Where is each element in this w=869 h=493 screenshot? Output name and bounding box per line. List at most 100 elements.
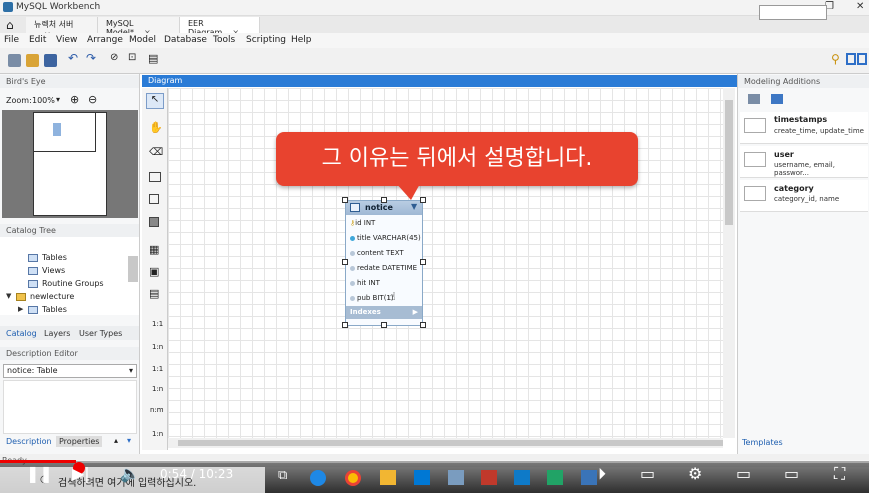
image-tool-icon[interactable] — [149, 217, 159, 227]
volume-icon[interactable]: 🔈 — [120, 464, 140, 483]
relation-1-n-tool[interactable]: 1:n — [152, 343, 163, 351]
tree-item-tables[interactable]: Tables — [28, 253, 67, 262]
align-icon[interactable]: ⊡ — [128, 52, 136, 63]
tab-layers[interactable]: Layers — [44, 329, 70, 338]
resize-handle[interactable] — [342, 322, 348, 328]
subtitles-icon[interactable]: ▭ — [640, 464, 655, 483]
file-explorer-icon[interactable] — [380, 470, 396, 485]
menu-model[interactable]: Model — [129, 35, 156, 45]
toolbar-search-input[interactable] — [759, 5, 827, 20]
column-row[interactable]: content TEXT — [350, 249, 404, 257]
chrome-icon[interactable] — [345, 470, 361, 486]
menu-help[interactable]: Help — [291, 35, 312, 45]
export-icon[interactable]: ▤ — [148, 52, 158, 65]
collapse-table-icon[interactable]: ▼ — [411, 202, 417, 211]
birds-eye-viewport[interactable] — [33, 112, 96, 152]
note-tool-icon[interactable] — [149, 194, 159, 204]
expand-arrow-icon[interactable]: ▼ — [6, 292, 11, 300]
column-row[interactable]: title VARCHAR(45) — [350, 234, 421, 242]
arrow-up-icon[interactable]: ▴ — [114, 436, 118, 445]
menu-file[interactable]: File — [4, 35, 19, 45]
tree-item-tables-2[interactable]: Tables — [28, 305, 67, 314]
tree-scrollbar[interactable] — [128, 256, 138, 282]
pointer-tool-icon[interactable]: ↖ — [146, 93, 164, 109]
menu-tools[interactable]: Tools — [213, 35, 235, 45]
autoplay-icon[interactable]: ⏵ — [598, 464, 606, 484]
open-folder-icon[interactable] — [26, 54, 39, 67]
miniplayer-icon[interactable]: ▭ — [736, 464, 751, 483]
tree-item-routine-groups[interactable]: Routine Groups — [28, 279, 104, 288]
zoom-select[interactable]: 100% — [32, 96, 55, 105]
home-icon[interactable]: ⌂ — [6, 18, 14, 32]
tab-user-types[interactable]: User Types — [79, 329, 122, 338]
tree-item-views[interactable]: Views — [28, 266, 65, 275]
zoom-out-icon[interactable]: ⊖ — [88, 93, 97, 106]
redo-icon[interactable]: ↷ — [86, 51, 96, 65]
eraser-tool-icon[interactable]: ⌫ — [149, 147, 163, 158]
indexes-section[interactable]: Indexes ▶ — [346, 306, 422, 319]
relation-1-1-tool[interactable]: 1:1 — [152, 320, 163, 328]
relation-1-1-id-tool[interactable]: 1:1 — [152, 365, 163, 373]
resize-handle[interactable] — [420, 322, 426, 328]
table-tool-icon[interactable]: ▦ — [149, 243, 159, 256]
tab-templates[interactable]: Templates — [742, 438, 783, 447]
tab-model[interactable]: MySQL Model*× — [98, 17, 180, 37]
layout-right-icon[interactable] — [857, 53, 867, 65]
tab-properties[interactable]: Properties — [56, 436, 103, 447]
tab-eer-diagram[interactable]: EER Diagram× — [180, 17, 260, 37]
resize-handle[interactable] — [342, 259, 348, 265]
zoom-in-icon[interactable]: ⊕ — [70, 93, 79, 106]
toggle-grid-icon[interactable]: ⊘ — [110, 52, 118, 63]
column-row[interactable]: hit INT — [350, 279, 380, 287]
menu-edit[interactable]: Edit — [29, 35, 46, 45]
tab-description[interactable]: Description — [6, 437, 52, 446]
column-row[interactable]: redate DATETIME — [350, 264, 417, 272]
settings-icon[interactable]: ⚙ — [688, 464, 702, 483]
new-document-icon[interactable] — [8, 54, 21, 67]
save-icon[interactable] — [44, 54, 57, 67]
theater-icon[interactable]: ▭ — [784, 464, 799, 483]
resize-handle[interactable] — [420, 259, 426, 265]
edge-icon[interactable] — [310, 470, 326, 486]
relation-n-m-tool[interactable]: n:m — [150, 406, 164, 414]
excel-icon[interactable] — [547, 470, 563, 485]
app-icon[interactable] — [481, 470, 497, 485]
next-icon[interactable]: ▶| — [72, 464, 90, 483]
resize-handle[interactable] — [381, 322, 387, 328]
arrow-down-icon[interactable]: ▾ — [127, 436, 131, 445]
close-button[interactable]: ✕ — [856, 1, 864, 12]
chevron-down-icon[interactable]: ▾ — [56, 95, 60, 104]
fullscreen-icon[interactable]: ⛶ — [834, 464, 845, 484]
app-icon[interactable] — [448, 470, 464, 485]
layout-left-icon[interactable] — [846, 53, 856, 65]
menu-arrange[interactable]: Arrange — [87, 35, 123, 45]
mysql-icon[interactable] — [581, 470, 597, 485]
collapse-arrow-icon[interactable]: ▶ — [18, 305, 23, 313]
tab-catalog[interactable]: Catalog — [6, 329, 37, 338]
tree-item-newlecture[interactable]: newlecture — [16, 292, 74, 301]
resize-handle[interactable] — [342, 197, 348, 203]
relation-1-n-id-tool[interactable]: 1:n — [152, 385, 163, 393]
routine-tool-icon[interactable]: ▤ — [149, 287, 159, 300]
store-icon[interactable] — [414, 470, 430, 485]
search-icon[interactable]: ⚲ — [831, 52, 840, 66]
column-row[interactable]: ⚷id INT — [350, 219, 375, 227]
tab-server[interactable]: 뉴렉처 서버× — [26, 17, 98, 39]
description-textarea[interactable] — [3, 380, 137, 434]
vscode-icon[interactable] — [514, 470, 530, 485]
menu-database[interactable]: Database — [164, 35, 207, 45]
template-icon[interactable] — [771, 94, 783, 104]
undo-icon[interactable]: ↶ — [68, 51, 78, 65]
vertical-scroll-thumb[interactable] — [725, 100, 733, 225]
column-row[interactable]: pub BIT(1) — [350, 294, 394, 302]
menu-scripting[interactable]: Scripting — [246, 35, 286, 45]
menu-view[interactable]: View — [56, 35, 77, 45]
layer-tool-icon[interactable] — [149, 172, 161, 182]
pause-icon[interactable]: ❚❚ — [26, 464, 53, 483]
hand-tool-icon[interactable]: ✋ — [149, 121, 163, 134]
view-tool-icon[interactable]: ▣ — [149, 265, 159, 278]
snippet-icon[interactable] — [748, 94, 760, 104]
relation-existing-tool[interactable]: 1:n — [152, 430, 163, 438]
task-view-icon[interactable]: ⧉ — [278, 468, 287, 483]
video-progress-track[interactable] — [0, 460, 869, 463]
